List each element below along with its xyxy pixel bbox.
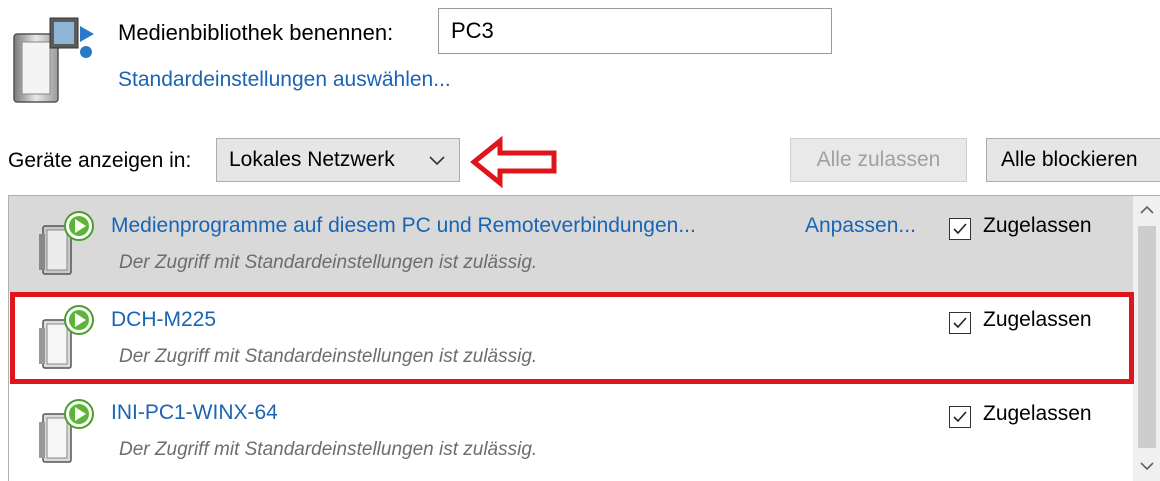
network-location-value: Lokales Netzwerk <box>229 148 395 171</box>
device-name-link[interactable]: Medienprogramme auf diesem PC und Remote… <box>111 214 696 238</box>
device-description: Der Zugriff mit Standardeinstellungen is… <box>119 252 538 273</box>
allowed-label: Zugelassen <box>983 402 1092 425</box>
library-name-input[interactable] <box>438 8 832 54</box>
vertical-scrollbar[interactable] <box>1133 196 1160 481</box>
allowed-checkbox[interactable] <box>949 218 971 240</box>
scroll-down-arrow-icon[interactable] <box>1133 452 1160 480</box>
device-name-link[interactable]: INI-PC1-WINX-64 <box>111 401 278 425</box>
allowed-label: Zugelassen <box>983 214 1092 237</box>
device-name-link[interactable]: DCH-M225 <box>111 308 216 332</box>
scrollbar-thumb[interactable] <box>1138 226 1156 448</box>
block-all-button[interactable]: Alle blockieren <box>986 138 1160 182</box>
device-list: Medienprogramme auf diesem PC und Remote… <box>8 195 1160 481</box>
list-item[interactable]: DCH-M225 Der Zugriff mit Standardeinstel… <box>9 292 1133 384</box>
scroll-up-arrow-icon[interactable] <box>1133 196 1160 224</box>
allowed-checkbox[interactable] <box>949 406 971 428</box>
chevron-down-icon <box>427 149 447 171</box>
media-device-icon <box>37 208 103 278</box>
red-arrow-annotation-icon <box>470 135 560 189</box>
media-device-icon <box>37 302 103 372</box>
media-device-icon <box>37 396 103 466</box>
customize-link[interactable]: Anpassen... <box>805 214 916 238</box>
allow-all-button[interactable]: Alle zulassen <box>790 138 967 182</box>
list-item[interactable]: Medienprogramme auf diesem PC und Remote… <box>9 196 1133 292</box>
allowed-label: Zugelassen <box>983 308 1092 331</box>
media-library-icon <box>10 12 106 108</box>
show-devices-label: Geräte anzeigen in: <box>8 149 192 172</box>
device-description: Der Zugriff mit Standardeinstellungen is… <box>119 439 538 460</box>
library-name-label: Medienbibliothek benennen: <box>118 20 394 45</box>
device-description: Der Zugriff mit Standardeinstellungen is… <box>119 346 538 367</box>
choose-defaults-link[interactable]: Standardeinstellungen auswählen... <box>118 68 451 92</box>
list-item[interactable]: INI-PC1-WINX-64 Der Zugriff mit Standard… <box>9 384 1133 480</box>
network-location-dropdown[interactable]: Lokales Netzwerk <box>216 138 460 182</box>
allowed-checkbox[interactable] <box>949 312 971 334</box>
